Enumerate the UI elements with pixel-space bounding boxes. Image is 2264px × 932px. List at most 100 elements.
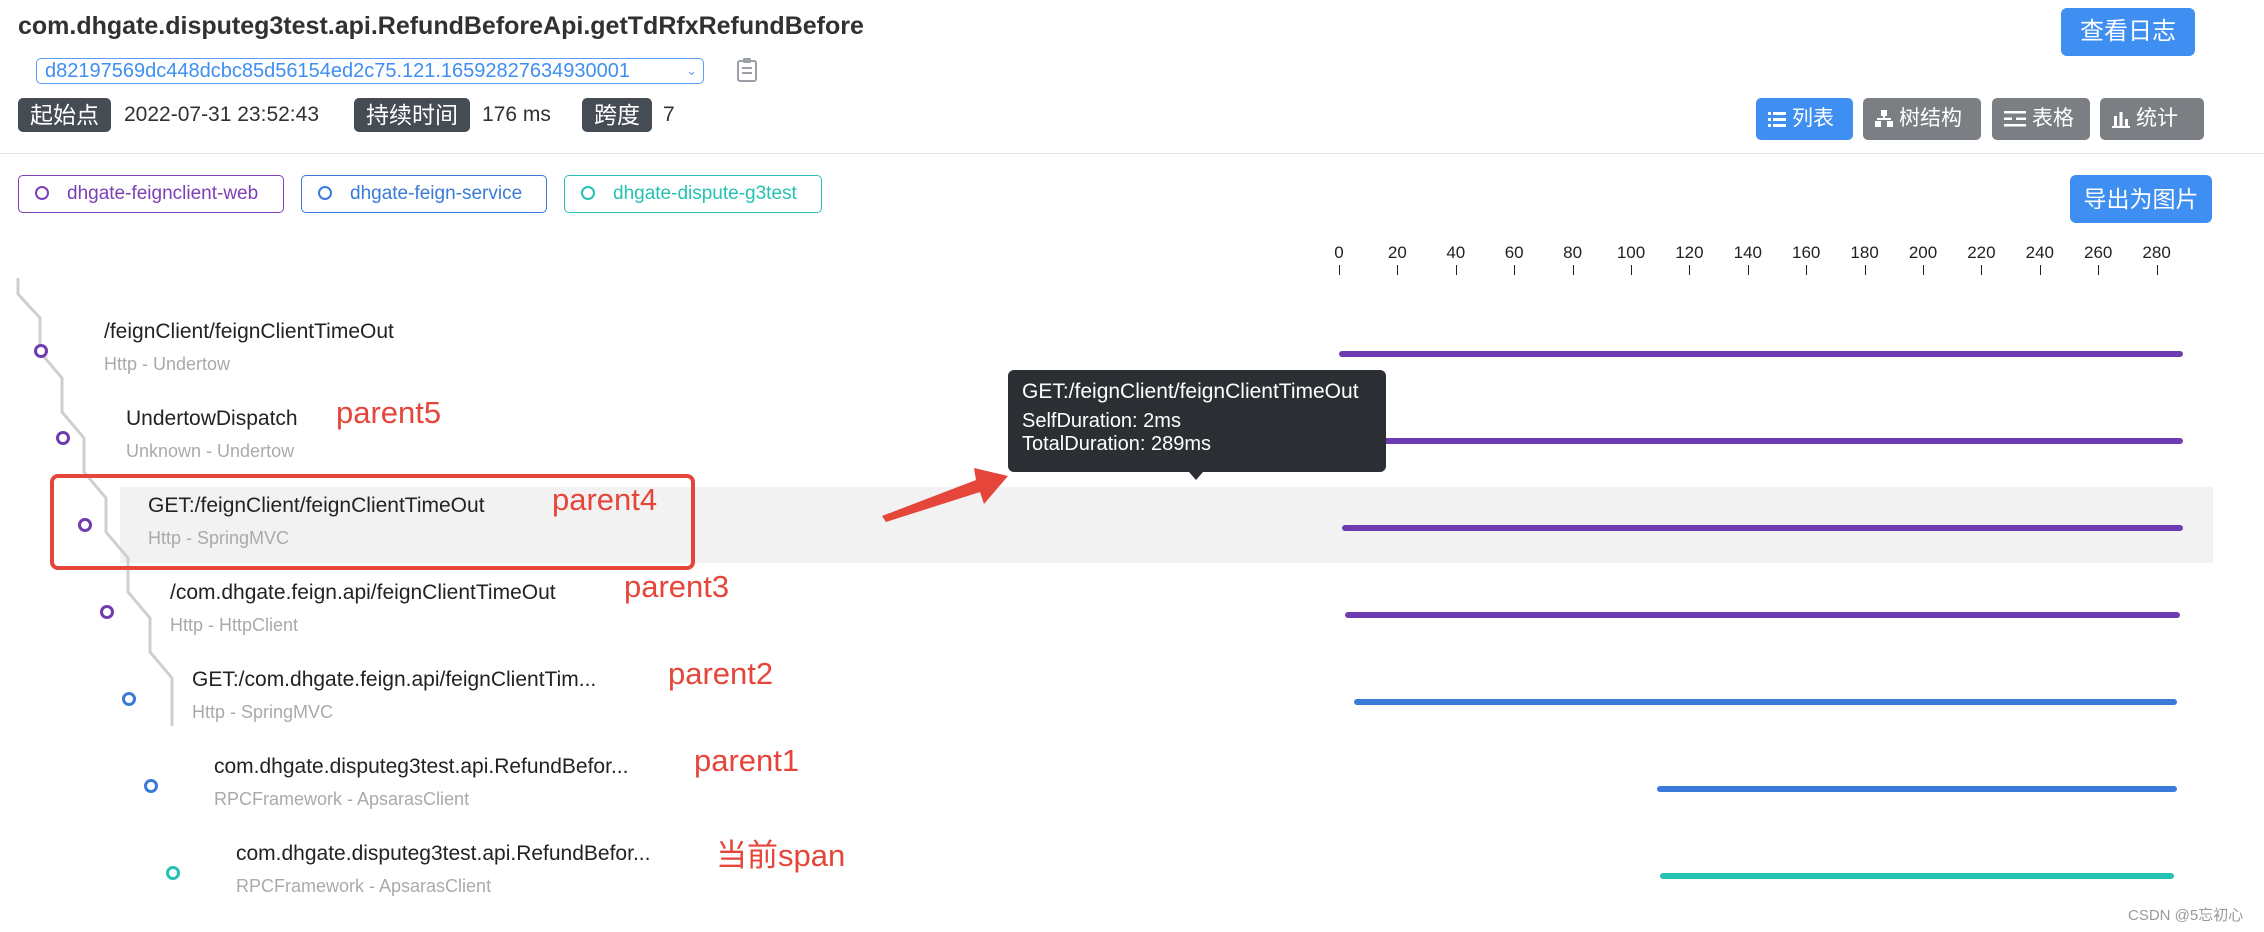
- span-subtitle: Unknown - Undertow: [126, 441, 295, 461]
- axis-tick-label: 200: [1908, 243, 1938, 262]
- circle-icon: [318, 186, 332, 200]
- service-tag-feign-service[interactable]: dhgate-feign-service: [301, 175, 547, 213]
- tooltip-arrow: [1189, 472, 1203, 480]
- axis-tick-label: 220: [1967, 243, 1996, 262]
- axis-tick-label: 280: [2142, 243, 2171, 262]
- axis-tick-mark: [1806, 265, 1808, 275]
- axis-tick-label: 80: [1563, 243, 1583, 262]
- start-value: 2022-07-31 23:52:43: [124, 103, 319, 126]
- view-log-button[interactable]: 查看日志: [2061, 8, 2195, 56]
- axis-tick-label: 240: [2025, 243, 2054, 262]
- span-subtitle: RPCFramework - ApsarasClient: [214, 789, 470, 809]
- axis-tick-label: 20: [1387, 243, 1407, 262]
- axis-tick-label: 0: [1334, 243, 1344, 262]
- axis-tick-label: 40: [1446, 243, 1466, 262]
- list-icon: [1768, 112, 1786, 127]
- axis-tick-label: 120: [1675, 243, 1704, 262]
- view-list-button[interactable]: 列表: [1756, 98, 1853, 140]
- service-tag-feignclient-web[interactable]: dhgate-feignclient-web: [18, 175, 284, 213]
- tree-node-icon[interactable]: [56, 431, 70, 445]
- span-annotation: parent3: [624, 569, 730, 604]
- service-tag-label: dhgate-feign-service: [350, 183, 523, 204]
- duration-label: 持续时间: [354, 98, 470, 132]
- annotation-highlight-box: [50, 474, 695, 570]
- span-annotation: parent1: [694, 743, 800, 778]
- trace-id-select[interactable]: d82197569dc448dcbc85d56154ed2c75.121.165…: [36, 58, 704, 84]
- axis-tick-mark: [1455, 265, 1457, 275]
- tree-node-icon[interactable]: [34, 344, 48, 358]
- axis-tick-mark: [1689, 265, 1691, 275]
- span-duration-bar[interactable]: [1344, 612, 2180, 618]
- axis-tick-label: 140: [1733, 243, 1762, 262]
- span-duration-bar[interactable]: [1353, 699, 2178, 705]
- axis-tick-mark: [2039, 265, 2041, 275]
- trace-id-value: d82197569dc448dcbc85d56154ed2c75.121.165…: [45, 60, 631, 82]
- chevron-down-icon: ⌄: [686, 63, 697, 78]
- annotation-arrow: [882, 468, 1008, 522]
- start-label: 起始点: [18, 98, 111, 132]
- view-tree-button[interactable]: 树结构: [1863, 98, 1981, 140]
- tooltip-self-duration: SelfDuration: 2ms: [1022, 410, 1181, 432]
- view-table-label: 表格: [2032, 107, 2074, 130]
- tree-node-icon[interactable]: [166, 866, 180, 880]
- axis-tick-mark: [1631, 265, 1632, 275]
- span-subtitle: RPCFramework - ApsarasClient: [236, 876, 492, 896]
- depth-label: 跨度: [582, 98, 652, 132]
- tree-icon: [1875, 110, 1893, 127]
- axis-tick-mark: [1397, 265, 1399, 275]
- tree-node-icon[interactable]: [100, 605, 114, 619]
- span-title: /feignClient/feignClientTimeOut: [104, 320, 394, 343]
- span-subtitle: Http - HttpClient: [170, 615, 299, 635]
- view-stats-button[interactable]: 统计: [2100, 98, 2204, 140]
- service-tag-dispute-g3test[interactable]: dhgate-dispute-g3test: [564, 175, 822, 213]
- axis-tick-label: 100: [1616, 243, 1646, 262]
- view-table-button[interactable]: 表格: [1992, 98, 2090, 140]
- span-annotation: parent5: [336, 395, 442, 430]
- span-title: /com.dhgate.feign.api/feignClientTimeOut: [170, 581, 556, 604]
- span-title: com.dhgate.disputeg3test.api.RefundBefor…: [214, 755, 629, 778]
- axis-tick-mark: [1572, 265, 1574, 275]
- trace-title: com.dhgate.disputeg3test.api.RefundBefor…: [18, 12, 864, 40]
- view-list-label: 列表: [1792, 107, 1834, 130]
- clipboard-icon[interactable]: [736, 57, 758, 83]
- tree-node-icon[interactable]: [122, 692, 136, 706]
- circle-icon: [35, 186, 49, 200]
- axis-tick-mark: [2098, 265, 2100, 275]
- tooltip-total-duration: TotalDuration: 289ms: [1022, 433, 1211, 455]
- axis-tick-label: 160: [1792, 243, 1821, 262]
- circle-icon: [581, 186, 595, 200]
- table-icon: [2004, 111, 2026, 127]
- view-tree-label: 树结构: [1899, 107, 1962, 130]
- duration-value: 176 ms: [482, 103, 551, 126]
- stats-icon: [2112, 112, 2130, 128]
- span-annotation: parent2: [668, 656, 774, 691]
- span-title: GET:/com.dhgate.feign.api/feignClientTim…: [192, 668, 597, 691]
- span-duration-bar[interactable]: [1339, 438, 2183, 444]
- tooltip-title: GET:/feignClient/feignClientTimeOut: [1022, 380, 1359, 403]
- axis-tick-mark: [1339, 265, 1340, 275]
- axis-tick-label: 260: [2084, 243, 2113, 262]
- header-divider: [0, 153, 2264, 154]
- axis-tick-mark: [1864, 265, 1866, 275]
- axis-tick-label: 180: [1850, 243, 1879, 262]
- export-image-button[interactable]: 导出为图片: [2070, 175, 2212, 223]
- span-duration-bar[interactable]: [1660, 873, 2175, 879]
- axis-tick-mark: [2156, 265, 2158, 275]
- span-tooltip: GET:/feignClient/feignClientTimeOut Self…: [1008, 370, 1386, 472]
- tree-node-icon[interactable]: [144, 779, 158, 793]
- axis-tick-mark: [1514, 265, 1516, 275]
- span-subtitle: Http - SpringMVC: [192, 702, 334, 722]
- span-duration-bar[interactable]: [1339, 351, 2183, 357]
- depth-value: 7: [663, 103, 675, 126]
- span-duration-bar[interactable]: [1657, 786, 2178, 792]
- axis-tick-mark: [1747, 265, 1749, 275]
- axis-tick-mark: [1981, 265, 1983, 275]
- service-tag-label: dhgate-feignclient-web: [67, 183, 259, 204]
- watermark: CSDN @5忘初心: [2128, 907, 2244, 924]
- axis-tick-label: 60: [1504, 243, 1524, 262]
- span-title: UndertowDispatch: [126, 407, 298, 430]
- service-tag-label: dhgate-dispute-g3test: [613, 183, 797, 204]
- span-duration-bar[interactable]: [1341, 525, 2183, 531]
- span-title: com.dhgate.disputeg3test.api.RefundBefor…: [236, 842, 651, 865]
- axis-tick-mark: [1923, 265, 1924, 275]
